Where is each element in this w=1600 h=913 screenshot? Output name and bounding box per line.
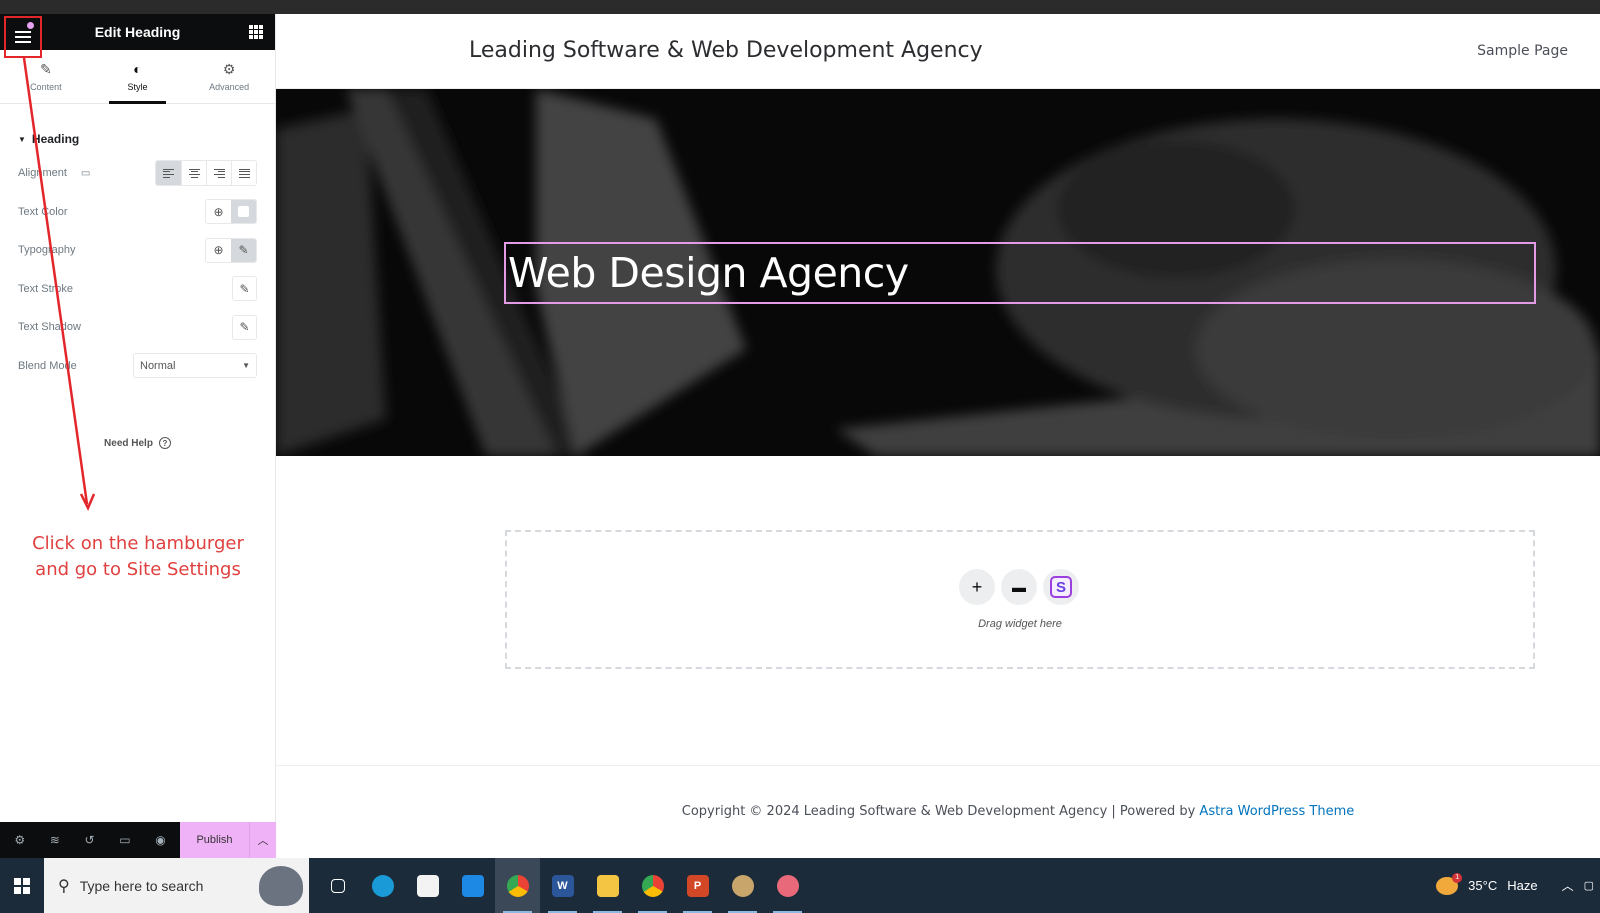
plus-icon: + (971, 576, 983, 597)
chrome-icon (506, 874, 529, 897)
taskbar-chrome-profile[interactable] (495, 858, 540, 913)
snipping-tool-icon (776, 874, 799, 897)
folder-icon (596, 874, 619, 897)
task-view-icon (330, 878, 345, 893)
chevron-up-icon: ︿ (257, 835, 269, 847)
copyright-text: Copyright © 2024 Leading Software & Web … (681, 804, 1200, 819)
show-hidden-icons-chevron-icon[interactable]: ︿ (1562, 877, 1574, 894)
add-template-button[interactable]: ▬ (1001, 569, 1037, 605)
taskbar-store[interactable] (405, 858, 450, 913)
nav-sample-page[interactable]: Sample Page (1477, 43, 1568, 59)
taskbar-chrome[interactable] (630, 858, 675, 913)
starter-templates-button[interactable]: S (1043, 569, 1079, 605)
word-icon: W (551, 874, 574, 897)
site-title[interactable]: Leading Software & Web Development Agenc… (469, 38, 983, 63)
windows-taskbar: ⚲ Type here to search W P 1 35°C Haze ︿ … (0, 858, 1600, 913)
publish-options-button[interactable]: ︿ (249, 822, 276, 858)
chrome-icon (641, 874, 664, 897)
powerpoint-icon: P (686, 874, 709, 897)
weather-condition[interactable]: Haze (1507, 878, 1537, 893)
taskbar-task-view[interactable] (315, 858, 360, 913)
taskbar-edge[interactable] (360, 858, 405, 913)
settings-gear-icon[interactable]: ⚙ (14, 833, 25, 847)
history-icon[interactable]: ↺ (84, 833, 94, 847)
weather-temperature[interactable]: 35°C (1468, 878, 1497, 893)
paint-palette-icon (731, 874, 754, 897)
weather-badge: 1 (1452, 872, 1463, 883)
tray-app-icon[interactable]: ▢ (1584, 879, 1594, 892)
annotation-text: Click on the hamburger and go to Site Se… (0, 531, 276, 583)
taskbar-search-box[interactable]: ⚲ Type here to search (44, 858, 309, 913)
astra-theme-link[interactable]: Astra WordPress Theme (1199, 804, 1354, 819)
hero-section[interactable]: Web Design Agency (276, 89, 1600, 456)
start-button[interactable] (0, 858, 44, 913)
widget-drop-zone[interactable]: + ▬ S Drag widget here (505, 530, 1535, 669)
taskbar-word[interactable]: W (540, 858, 585, 913)
store-icon (416, 874, 439, 897)
folder-icon: ▬ (1012, 579, 1026, 595)
taskbar-mail[interactable] (450, 858, 495, 913)
search-icon: ⚲ (58, 877, 70, 895)
annotation-arrow (22, 57, 96, 511)
windows-logo-icon (14, 877, 30, 894)
system-tray: 1 35°C Haze ︿ ▢ (1436, 858, 1600, 913)
taskbar-snipping-tool[interactable] (765, 858, 810, 913)
selected-heading-widget[interactable]: Web Design Agency (504, 242, 1536, 304)
hero-heading: Web Design Agency (508, 249, 909, 297)
search-highlight-koala-image (259, 866, 303, 906)
site-footer: Copyright © 2024 Leading Software & Web … (276, 804, 1600, 819)
taskbar-paint[interactable] (720, 858, 765, 913)
taskbar-file-explorer[interactable] (585, 858, 630, 913)
preview-eye-icon[interactable]: ◉ (155, 833, 165, 847)
footer-divider (276, 765, 1600, 766)
edge-icon (371, 874, 394, 897)
publish-button[interactable]: Publish (180, 822, 249, 858)
responsive-mode-icon[interactable]: ▭ (119, 833, 130, 847)
search-placeholder: Type here to search (79, 877, 204, 894)
site-header: Leading Software & Web Development Agenc… (276, 14, 1600, 89)
panel-footer: ⚙ ≋ ↺ ▭ ◉ Publish ︿ (0, 822, 276, 858)
taskbar-powerpoint[interactable]: P (675, 858, 720, 913)
drop-zone-text: Drag widget here (978, 618, 1062, 630)
starter-templates-s-icon: S (1050, 576, 1072, 598)
add-section-button[interactable]: + (959, 569, 995, 605)
weather-icon[interactable]: 1 (1436, 872, 1463, 895)
page-preview: Leading Software & Web Development Agenc… (276, 14, 1600, 858)
mail-icon (461, 874, 484, 897)
annotation-line-1: Click on the hamburger (32, 533, 244, 554)
annotation-line-2: and go to Site Settings (35, 559, 241, 580)
navigator-layers-icon[interactable]: ≋ (50, 833, 60, 847)
